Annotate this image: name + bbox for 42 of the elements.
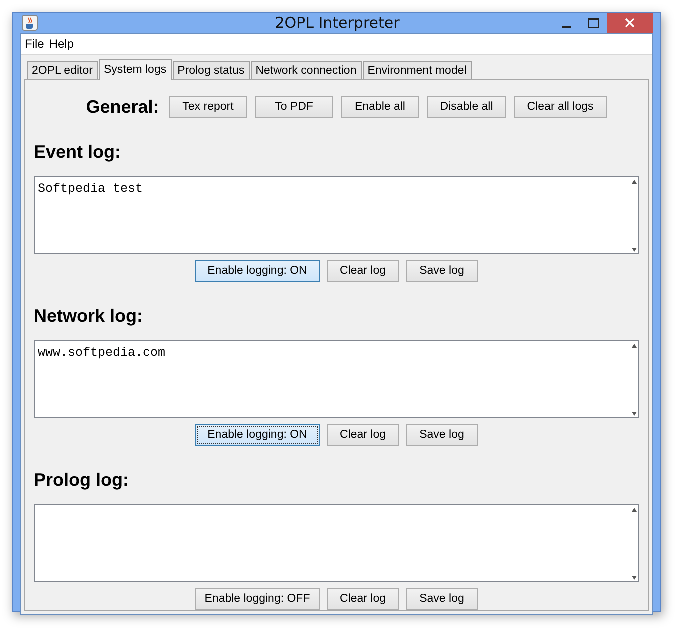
toggle-button[interactable]: Enable logging: ON <box>195 424 320 446</box>
log-text-area[interactable] <box>34 504 639 582</box>
log-text: Softpedia test <box>38 182 144 196</box>
scroll-down-icon <box>632 576 637 580</box>
menu-item[interactable]: Help <box>48 37 78 51</box>
log-button[interactable]: Clear log <box>327 424 399 446</box>
log-text: www.softpedia.com <box>38 346 166 360</box>
section-label: General: <box>86 96 160 118</box>
log-button[interactable]: Save log <box>406 424 478 446</box>
log-button[interactable]: Save log <box>406 260 478 282</box>
cup-icon <box>22 15 38 31</box>
menu-item[interactable]: File <box>24 37 48 51</box>
tab[interactable]: System logs <box>98 59 172 80</box>
action-button[interactable]: To PDF <box>255 96 334 118</box>
maximize-icon <box>588 18 599 28</box>
toggle-button[interactable]: Enable logging: ON <box>195 260 320 282</box>
toggle-button[interactable]: Enable logging: OFF <box>195 588 320 610</box>
action-button[interactable]: Tex report <box>169 96 248 118</box>
scroll-up-icon <box>632 180 637 184</box>
action-button[interactable]: Clear all logs <box>514 96 607 118</box>
log-text-area[interactable]: Softpedia test <box>34 176 639 254</box>
tab[interactable]: Environment model <box>362 61 472 79</box>
window-title: 2OPL Interpreter <box>274 14 401 32</box>
tab[interactable]: 2OPL editor <box>27 61 98 79</box>
log-text-area[interactable]: www.softpedia.com <box>34 340 639 418</box>
scroll-down-icon <box>632 248 637 252</box>
log-button[interactable]: Clear log <box>327 588 399 610</box>
log-button[interactable]: Save log <box>406 588 478 610</box>
close-button[interactable] <box>607 13 653 33</box>
tab[interactable]: Prolog status <box>172 61 250 79</box>
section-heading: Event log: <box>34 142 122 162</box>
scroll-up-icon <box>632 508 637 512</box>
minimize-icon <box>562 26 571 28</box>
section-heading: Network log: <box>34 306 144 326</box>
log-button[interactable]: Clear log <box>327 260 399 282</box>
action-button[interactable]: Enable all <box>341 96 420 118</box>
scroll-down-icon <box>632 412 637 416</box>
tab[interactable]: Network connection <box>250 61 362 79</box>
close-icon <box>625 18 635 28</box>
section-heading: Prolog log: <box>34 470 130 490</box>
scroll-up-icon <box>632 344 637 348</box>
action-button[interactable]: Disable all <box>427 96 506 118</box>
